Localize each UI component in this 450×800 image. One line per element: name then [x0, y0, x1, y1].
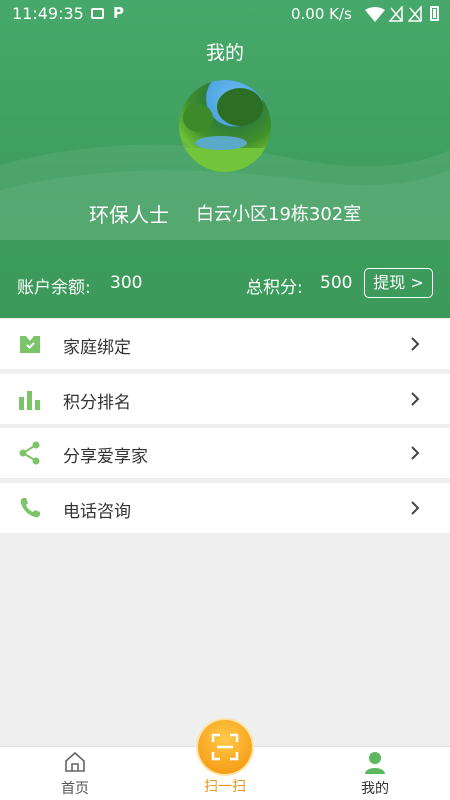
- menu-item-label: 家庭绑定: [63, 338, 131, 358]
- sim-2-no-signal-icon: [408, 6, 422, 22]
- chevron-right-icon: [411, 392, 420, 406]
- menu-item-label: 电话咨询: [63, 502, 131, 522]
- balance-label: 账户余额:: [17, 278, 91, 298]
- p-icon: P: [113, 4, 124, 22]
- status-bar: 11:49:35 P 0.00 K/s: [0, 0, 450, 28]
- menu-item-label: 分享爱享家: [63, 447, 148, 467]
- page-title: 我的: [205, 42, 244, 64]
- profile-header: 11:49:35 P 0.00 K/s 我的 环保人士 白云小区19栋302室 …: [0, 0, 450, 318]
- avatar[interactable]: [179, 80, 271, 172]
- user-icon: [365, 752, 385, 774]
- user-address: 白云小区19栋302室: [196, 204, 362, 225]
- chevron-right-icon: [411, 337, 420, 351]
- family-binding-icon: [20, 336, 40, 353]
- menu-item-points-ranking[interactable]: 积分排名: [0, 374, 450, 424]
- sim-1-no-signal-icon: [389, 6, 403, 22]
- share-icon: [19, 441, 40, 465]
- nav-mine-label: 我的: [361, 781, 389, 797]
- wifi-icon: [365, 7, 385, 22]
- user-name: 环保人士: [89, 203, 169, 227]
- scan-label[interactable]: 扫一扫: [180, 776, 270, 796]
- home-icon: [65, 751, 85, 772]
- points-label: 总积分:: [246, 278, 303, 298]
- network-speed: 0.00 K/s: [291, 5, 352, 23]
- image-icon: [91, 8, 104, 19]
- points-value: 500: [320, 273, 353, 293]
- nav-home[interactable]: 首页: [43, 747, 107, 800]
- status-time: 11:49:35: [12, 4, 84, 23]
- phone-icon: [20, 498, 40, 518]
- menu-item-family-binding[interactable]: 家庭绑定: [0, 319, 450, 369]
- nav-mine[interactable]: 我的: [343, 747, 407, 800]
- menu-item-label: 积分排名: [63, 393, 131, 413]
- scan-button[interactable]: [198, 720, 252, 774]
- chevron-right-icon: [411, 446, 420, 460]
- withdraw-button[interactable]: 提现 >: [364, 268, 433, 298]
- scan-icon: [211, 733, 239, 761]
- nav-home-label: 首页: [61, 781, 89, 797]
- chevron-right-icon: [411, 501, 420, 515]
- battery-icon: [430, 6, 439, 21]
- menu-item-phone-consult[interactable]: 电话咨询: [0, 483, 450, 533]
- bar-chart-icon: [19, 391, 40, 410]
- balance-value: 300: [110, 273, 143, 293]
- menu-item-share[interactable]: 分享爱享家: [0, 428, 450, 478]
